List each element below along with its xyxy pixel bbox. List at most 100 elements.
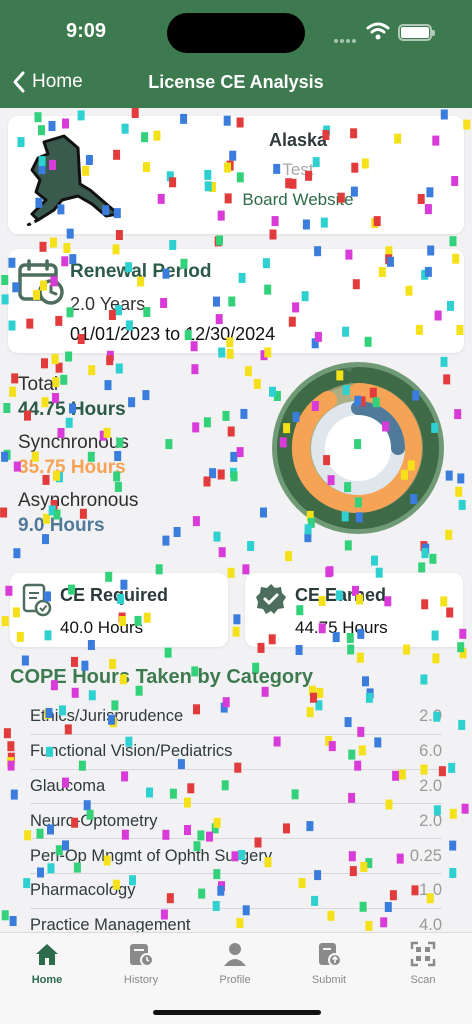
home-indicator — [153, 1010, 321, 1015]
confetti-piece — [371, 555, 378, 566]
wifi-icon — [366, 22, 390, 40]
confetti-piece — [55, 362, 63, 373]
confetti-piece — [222, 410, 230, 421]
status-time: 9:09 — [66, 20, 107, 42]
confetti-piece — [209, 468, 217, 479]
confetti-piece — [356, 652, 364, 663]
confetti-piece — [214, 236, 222, 247]
confetti-piece — [449, 868, 457, 878]
battery-icon — [398, 24, 435, 41]
board-website-link[interactable]: Board Website — [228, 190, 368, 210]
confetti-piece — [9, 916, 17, 926]
ce-required-label: CE Required — [60, 585, 169, 605]
asynchronous-value: 9.0 Hours — [18, 515, 105, 536]
category-name: Functional Vision/Pediatrics — [30, 742, 233, 761]
confetti-piece — [0, 507, 8, 518]
confetti-piece — [458, 719, 466, 730]
cellular-signal-icon — [334, 30, 358, 48]
category-list: Ethics/Jurisprudence 2.0 Functional Visi… — [30, 700, 442, 944]
confetti-piece — [1, 910, 9, 921]
nav-header: 9:09 Home License CE Analysis — [0, 0, 472, 108]
confetti-piece — [65, 351, 73, 362]
category-name: Ethics/Jurisprudence — [30, 707, 184, 726]
confetti-piece — [7, 757, 15, 768]
confetti-piece — [230, 451, 238, 462]
confetti-piece — [10, 789, 18, 800]
confetti-piece — [445, 529, 453, 540]
confetti-piece — [285, 551, 292, 562]
category-hours: 1.0 — [419, 881, 442, 900]
confetti-piece — [233, 614, 241, 625]
confetti-piece — [232, 626, 240, 637]
tab-history[interactable]: History — [94, 941, 188, 986]
confetti-piece — [7, 741, 15, 752]
confetti-piece — [240, 408, 248, 419]
category-row[interactable]: Glaucoma 2.0 — [30, 770, 442, 805]
tab-profile-label: Profile — [219, 974, 251, 986]
category-row[interactable]: Functional Vision/Pediatrics 6.0 — [30, 735, 442, 770]
confetti-piece — [449, 808, 457, 819]
history-icon — [130, 944, 154, 967]
asynchronous-label: Asynchronous — [18, 490, 139, 511]
confetti-piece — [420, 674, 428, 685]
confetti-piece — [422, 543, 430, 554]
confetti-piece — [213, 531, 221, 542]
category-hours: 2.0 — [419, 776, 442, 795]
confetti-piece — [3, 728, 11, 739]
confetti-piece — [457, 473, 465, 484]
confetti-piece — [217, 469, 225, 480]
confetti-piece — [3, 403, 11, 413]
confetti-piece — [230, 471, 238, 482]
confetti-piece — [88, 690, 96, 701]
confetti-piece — [449, 840, 457, 851]
badge-check-icon — [256, 584, 286, 614]
confetti-piece — [420, 541, 428, 552]
total-label: Total — [18, 374, 59, 395]
tab-home[interactable]: Home — [0, 941, 94, 986]
confetti-piece — [366, 688, 374, 699]
confetti-piece — [191, 364, 199, 375]
category-name: Pharmacology — [30, 881, 136, 900]
confetti-piece — [244, 366, 252, 377]
tab-profile[interactable]: Profile — [188, 941, 282, 986]
tab-scan[interactable]: Scan — [376, 941, 470, 986]
confetti-piece — [1, 616, 9, 627]
confetti-piece — [421, 548, 429, 559]
confetti-piece — [21, 655, 29, 666]
submit-icon — [319, 943, 342, 967]
category-hours: 2.0 — [419, 707, 442, 726]
tab-scan-label: Scan — [410, 974, 436, 986]
total-value: 44.75 Hours — [18, 399, 126, 420]
confetti-piece — [218, 547, 226, 558]
dynamic-island — [167, 13, 305, 53]
synchronous-label: Synchronous — [18, 432, 129, 453]
confetti-piece — [432, 653, 440, 664]
confetti-piece — [1, 451, 9, 462]
category-row[interactable]: Neuro-Optometry 2.0 — [30, 804, 442, 840]
confetti-piece — [449, 236, 457, 247]
renewal-period-card: Renewal Period 2.0 Years 01/01/2023 to 1… — [8, 249, 464, 353]
tab-submit-label: Submit — [311, 974, 347, 986]
confetti-piece — [106, 355, 114, 366]
tab-submit[interactable]: Submit — [282, 941, 376, 986]
confetti-piece — [454, 409, 462, 420]
category-row[interactable]: Pharmacology 1.0 — [30, 874, 442, 909]
hours-progress-rings — [272, 362, 444, 534]
category-row[interactable]: Peri-Op Mngmt of Ophth Surgery 0.25 — [30, 839, 442, 874]
category-hours: 2.0 — [419, 811, 442, 830]
confetti-piece — [115, 363, 123, 374]
renewal-years: 2.0 Years — [70, 294, 146, 314]
confetti-piece — [461, 803, 469, 814]
house-icon — [36, 944, 58, 965]
confetti-piece — [443, 374, 451, 385]
category-row[interactable]: Ethics/Jurisprudence 2.0 — [30, 700, 442, 735]
confetti-piece — [458, 499, 466, 510]
renewal-title: Renewal Period — [70, 261, 212, 282]
confetti-piece — [253, 378, 261, 389]
confetti-piece — [162, 535, 170, 546]
confetti-piece — [192, 422, 200, 433]
confetti-piece — [247, 541, 255, 551]
confetti-piece — [216, 235, 223, 246]
state-name: Alaska — [268, 130, 328, 150]
ce-required-value: 40.0 Hours — [60, 618, 144, 637]
